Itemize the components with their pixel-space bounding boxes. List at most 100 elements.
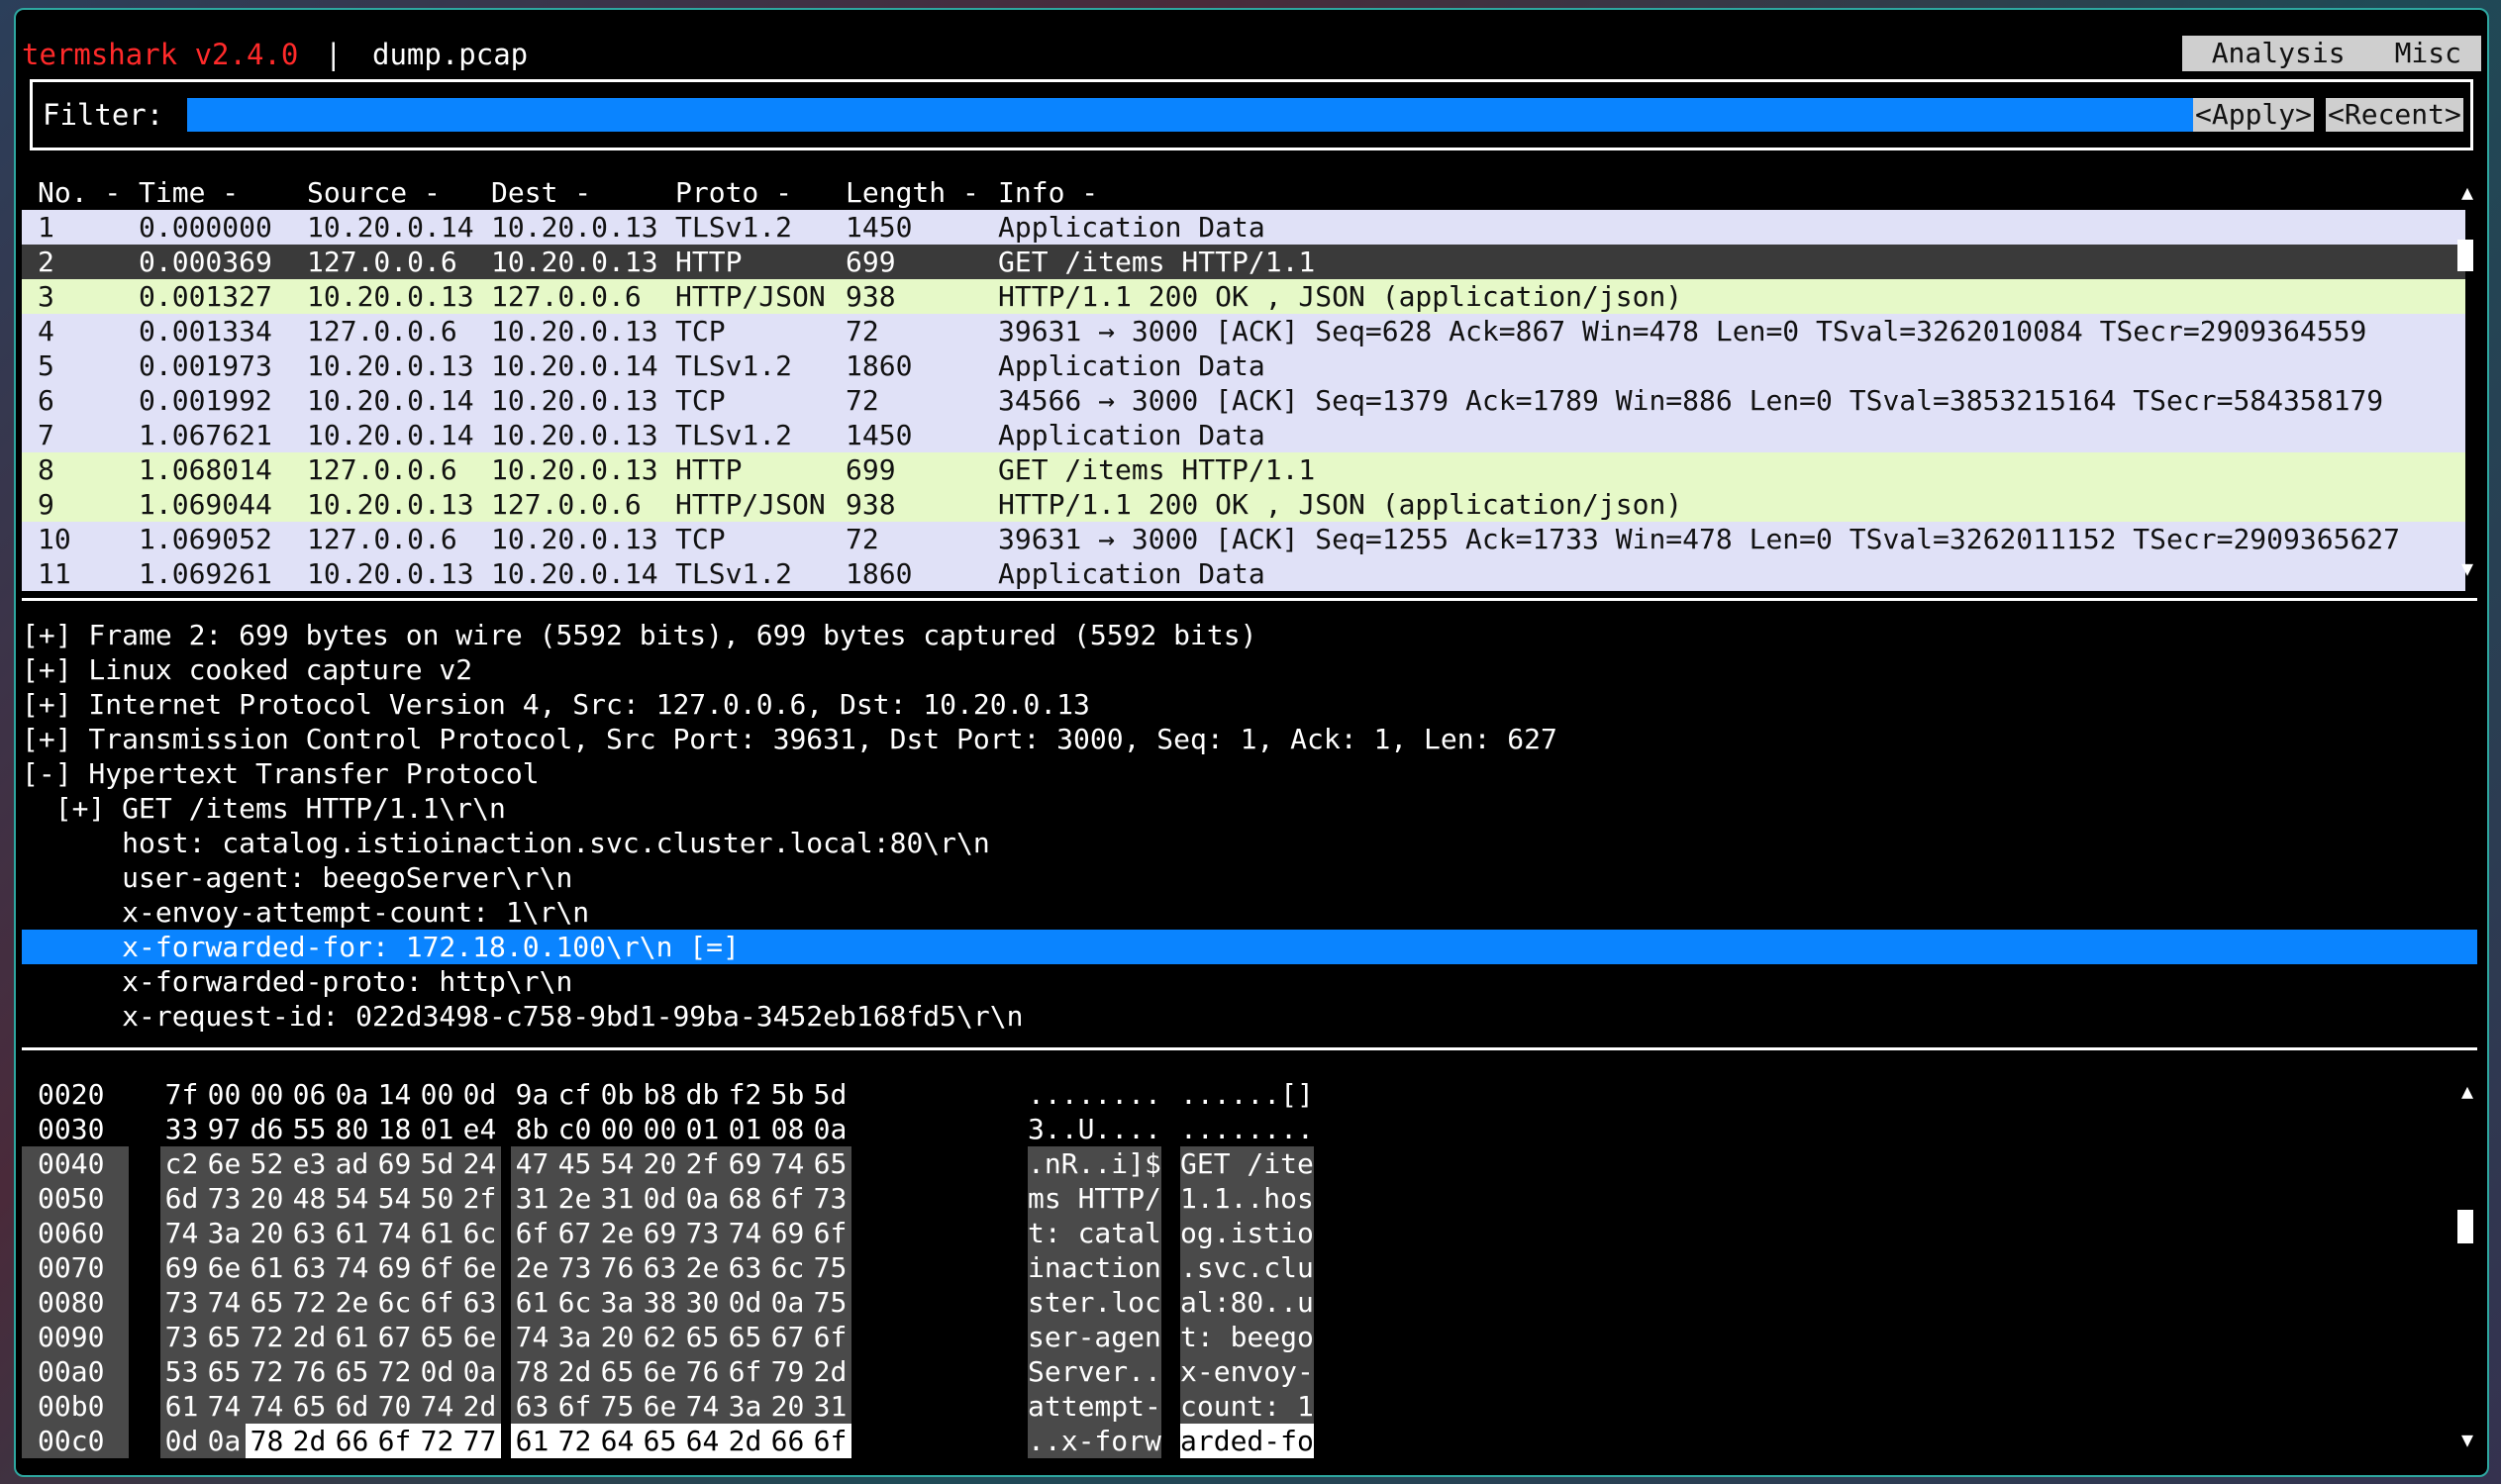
hex-byte[interactable]: 74 — [724, 1216, 766, 1250]
hex-byte[interactable]: 3a — [553, 1320, 596, 1354]
tree-node[interactable]: x-forwarded-proto: http\r\n — [22, 964, 2477, 999]
hex-byte[interactable]: 0a — [766, 1285, 809, 1320]
hex-byte[interactable]: 63 — [724, 1250, 766, 1285]
hex-byte[interactable]: 73 — [809, 1181, 851, 1216]
hex-byte[interactable]: 69 — [373, 1250, 416, 1285]
hex-scroll-thumb[interactable] — [2457, 1210, 2473, 1243]
hex-byte[interactable]: 69 — [639, 1216, 681, 1250]
hex-byte[interactable]: 73 — [160, 1320, 203, 1354]
hex-byte[interactable]: 6d — [331, 1389, 373, 1424]
hex-byte[interactable]: 38 — [639, 1285, 681, 1320]
hex-byte[interactable]: 74 — [331, 1250, 373, 1285]
hex-byte[interactable]: 65 — [331, 1354, 373, 1389]
packet-row[interactable]: 2 0.000369 127.0.0.6 10.20.0.13 HTTP 699 GET /… — [22, 245, 2465, 279]
col-info[interactable]: Info - — [998, 176, 1098, 210]
hex-byte[interactable]: 65 — [416, 1320, 458, 1354]
hex-byte[interactable]: 47 — [511, 1146, 553, 1181]
hex-byte[interactable]: 50 — [416, 1181, 458, 1216]
hex-byte[interactable]: 30 — [681, 1285, 724, 1320]
hex-byte[interactable]: 6c — [373, 1285, 416, 1320]
hex-byte[interactable]: 63 — [288, 1250, 331, 1285]
hex-byte[interactable]: 2d — [724, 1424, 766, 1458]
packet-row[interactable]: 8 1.068014 127.0.0.6 10.20.0.13 HTTP 699 GET /… — [22, 452, 2465, 487]
hex-byte[interactable]: 68 — [724, 1181, 766, 1216]
hex-byte[interactable]: 2f — [681, 1146, 724, 1181]
hex-byte[interactable]: 66 — [331, 1424, 373, 1458]
hex-byte[interactable]: 6e — [203, 1146, 246, 1181]
packet-row[interactable]: 10 1.069052 127.0.0.6 10.20.0.13 TCP 72 39631 … — [22, 522, 2465, 556]
tree-node[interactable]: x-forwarded-for: 172.18.0.100\r\n [=] — [22, 930, 2477, 964]
hex-byte[interactable]: 0b — [596, 1077, 639, 1112]
packet-row[interactable]: 3 0.001327 10.20.0.13 127.0.0.6 HTTP/JSON 938… — [22, 279, 2465, 314]
hex-byte[interactable]: 6f — [809, 1424, 851, 1458]
col-source[interactable]: Source - — [307, 176, 441, 210]
tree-node[interactable]: [+] Linux cooked capture v2 — [22, 652, 2477, 687]
packet-scroll-down-icon[interactable]: ▼ — [2461, 556, 2473, 580]
hex-byte[interactable]: 0d — [160, 1424, 203, 1458]
hex-byte[interactable]: 65 — [724, 1320, 766, 1354]
hex-byte[interactable]: 72 — [288, 1285, 331, 1320]
hex-byte[interactable]: 31 — [511, 1181, 553, 1216]
hex-byte[interactable]: 70 — [373, 1389, 416, 1424]
hex-byte[interactable]: 65 — [203, 1320, 246, 1354]
hex-byte[interactable]: 00 — [596, 1112, 639, 1146]
hex-byte[interactable]: 01 — [416, 1112, 458, 1146]
hex-byte[interactable]: 0d — [458, 1077, 501, 1112]
hex-byte[interactable]: 6e — [458, 1320, 501, 1354]
hex-byte[interactable]: 69 — [160, 1250, 203, 1285]
hex-byte[interactable]: 6f — [809, 1216, 851, 1250]
hex-byte[interactable]: 5b — [766, 1077, 809, 1112]
hex-byte[interactable]: 75 — [809, 1285, 851, 1320]
packet-row[interactable]: 6 0.001992 10.20.0.14 10.20.0.13 TCP 72 34566 … — [22, 383, 2465, 418]
hex-byte[interactable]: 6e — [639, 1354, 681, 1389]
hex-byte[interactable]: 6f — [553, 1389, 596, 1424]
hex-byte[interactable]: 5d — [416, 1146, 458, 1181]
col-dest[interactable]: Dest - — [491, 176, 591, 210]
hex-byte[interactable]: 73 — [203, 1181, 246, 1216]
col-time[interactable]: Time - — [139, 176, 239, 210]
hex-byte[interactable]: 80 — [331, 1112, 373, 1146]
hex-byte[interactable]: 73 — [681, 1216, 724, 1250]
tree-node[interactable]: [+] GET /items HTTP/1.1\r\n — [22, 791, 2477, 826]
hex-byte[interactable]: 74 — [160, 1216, 203, 1250]
hex-byte[interactable]: 3a — [596, 1285, 639, 1320]
hex-byte[interactable]: 14 — [373, 1077, 416, 1112]
hex-byte[interactable]: 72 — [553, 1424, 596, 1458]
hex-byte[interactable]: 74 — [203, 1285, 246, 1320]
hex-byte[interactable]: 0d — [639, 1181, 681, 1216]
hex-byte[interactable]: 73 — [160, 1285, 203, 1320]
hex-byte[interactable]: 72 — [246, 1320, 288, 1354]
hex-byte[interactable]: 6e — [639, 1389, 681, 1424]
hex-byte[interactable]: 2d — [288, 1424, 331, 1458]
hex-byte[interactable]: 61 — [246, 1250, 288, 1285]
hex-byte[interactable]: 9a — [511, 1077, 553, 1112]
filter-input[interactable] — [187, 98, 2199, 132]
hex-byte[interactable]: 6c — [458, 1216, 501, 1250]
hex-byte[interactable]: 00 — [416, 1077, 458, 1112]
apply-button[interactable]: <Apply> — [2193, 98, 2315, 132]
hex-byte[interactable]: 65 — [809, 1146, 851, 1181]
hex-byte[interactable]: 65 — [596, 1354, 639, 1389]
hex-byte[interactable]: b8 — [639, 1077, 681, 1112]
hex-byte[interactable]: 2f — [458, 1181, 501, 1216]
hex-byte[interactable]: 61 — [416, 1216, 458, 1250]
menu-misc[interactable]: Misc — [2365, 36, 2481, 71]
hex-byte[interactable]: db — [681, 1077, 724, 1112]
packet-row[interactable]: 7 1.067621 10.20.0.14 10.20.0.13 TLSv1.2 1450… — [22, 418, 2465, 452]
hex-byte[interactable]: 18 — [373, 1112, 416, 1146]
hex-byte[interactable]: 55 — [288, 1112, 331, 1146]
hex-byte[interactable]: 65 — [246, 1285, 288, 1320]
hex-byte[interactable]: 54 — [373, 1181, 416, 1216]
hex-byte[interactable]: 77 — [458, 1424, 501, 1458]
hex-byte[interactable]: 74 — [416, 1389, 458, 1424]
tree-node[interactable]: [+] Internet Protocol Version 4, Src: 12… — [22, 687, 2477, 722]
hex-byte[interactable]: 64 — [681, 1424, 724, 1458]
hex-byte[interactable]: 63 — [639, 1250, 681, 1285]
hex-byte[interactable]: 72 — [246, 1354, 288, 1389]
hex-byte[interactable]: 0a — [681, 1181, 724, 1216]
hex-byte[interactable]: 54 — [596, 1146, 639, 1181]
hex-byte[interactable]: 65 — [681, 1320, 724, 1354]
hex-byte[interactable]: 67 — [766, 1320, 809, 1354]
hex-byte[interactable]: 72 — [373, 1354, 416, 1389]
hex-byte[interactable]: 6f — [416, 1285, 458, 1320]
